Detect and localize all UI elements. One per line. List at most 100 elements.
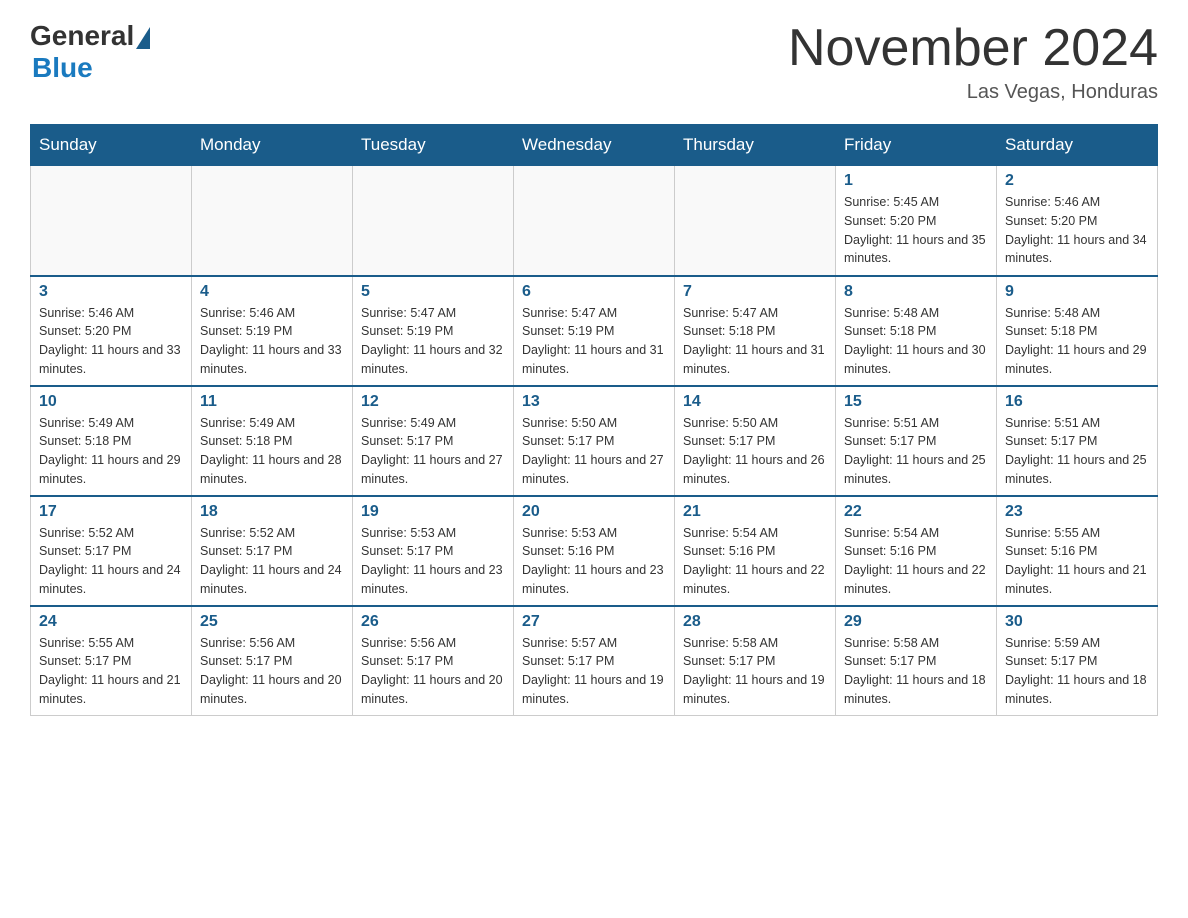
- title-section: November 2024 Las Vegas, Honduras: [788, 20, 1158, 104]
- day-number: 4: [200, 283, 344, 301]
- calendar-week-row: 1 Sunrise: 5:45 AMSunset: 5:20 PMDaylight…: [31, 166, 1158, 276]
- day-info: Sunrise: 5:54 AMSunset: 5:16 PMDaylight:…: [844, 524, 988, 599]
- day-number: 11: [200, 393, 344, 411]
- calendar-cell: 17Sunrise: 5:52 AMSunset: 5:17 PMDayligh…: [31, 496, 192, 606]
- day-info: Sunrise: 5:56 AMSunset: 5:17 PMDaylight:…: [200, 634, 344, 709]
- day-info: Sunrise: 5:53 AMSunset: 5:16 PMDaylight:…: [522, 524, 666, 599]
- calendar-cell: 5 Sunrise: 5:47 AMSunset: 5:19 PMDaylight…: [353, 276, 514, 386]
- calendar-cell: 1 Sunrise: 5:45 AMSunset: 5:20 PMDaylight…: [836, 166, 997, 276]
- calendar-cell: 19Sunrise: 5:53 AMSunset: 5:17 PMDayligh…: [353, 496, 514, 606]
- day-info: Sunrise: 5:48 AMSunset: 5:18 PMDaylight:…: [844, 304, 988, 379]
- calendar-cell: 15 Sunrise: 5:51 AMSunset: 5:17 PMDayligh…: [836, 386, 997, 496]
- calendar-cell: 16 Sunrise: 5:51 AMSunset: 5:17 PMDayligh…: [997, 386, 1158, 496]
- day-info: Sunrise: 5:47 AMSunset: 5:19 PMDaylight:…: [522, 304, 666, 379]
- logo-blue-text: Blue: [32, 52, 93, 84]
- day-number: 21: [683, 503, 827, 521]
- calendar-cell: 10 Sunrise: 5:49 AMSunset: 5:18 PMDayligh…: [31, 386, 192, 496]
- calendar-cell: 12 Sunrise: 5:49 AMSunset: 5:17 PMDayligh…: [353, 386, 514, 496]
- day-info: Sunrise: 5:45 AMSunset: 5:20 PMDaylight:…: [844, 193, 988, 268]
- day-info: Sunrise: 5:51 AMSunset: 5:17 PMDaylight:…: [844, 414, 988, 489]
- calendar-cell: 24 Sunrise: 5:55 AMSunset: 5:17 PMDayligh…: [31, 606, 192, 716]
- day-number: 7: [683, 283, 827, 301]
- day-info: Sunrise: 5:57 AMSunset: 5:17 PMDaylight:…: [522, 634, 666, 709]
- calendar-cell: 3Sunrise: 5:46 AMSunset: 5:20 PMDaylight…: [31, 276, 192, 386]
- day-number: 29: [844, 613, 988, 631]
- calendar-cell: [31, 166, 192, 276]
- day-info: Sunrise: 5:46 AMSunset: 5:19 PMDaylight:…: [200, 304, 344, 379]
- calendar-week-row: 17Sunrise: 5:52 AMSunset: 5:17 PMDayligh…: [31, 496, 1158, 606]
- day-number: 25: [200, 613, 344, 631]
- calendar-cell: 27 Sunrise: 5:57 AMSunset: 5:17 PMDayligh…: [514, 606, 675, 716]
- calendar-header-saturday: Saturday: [997, 125, 1158, 166]
- day-number: 9: [1005, 283, 1149, 301]
- day-number: 16: [1005, 393, 1149, 411]
- calendar-header-monday: Monday: [192, 125, 353, 166]
- calendar-week-row: 3Sunrise: 5:46 AMSunset: 5:20 PMDaylight…: [31, 276, 1158, 386]
- day-number: 23: [1005, 503, 1149, 521]
- day-info: Sunrise: 5:52 AMSunset: 5:17 PMDaylight:…: [39, 524, 183, 599]
- calendar-cell: 22 Sunrise: 5:54 AMSunset: 5:16 PMDayligh…: [836, 496, 997, 606]
- calendar-cell: 28 Sunrise: 5:58 AMSunset: 5:17 PMDayligh…: [675, 606, 836, 716]
- day-info: Sunrise: 5:48 AMSunset: 5:18 PMDaylight:…: [1005, 304, 1149, 379]
- calendar-header-thursday: Thursday: [675, 125, 836, 166]
- calendar-cell: 21 Sunrise: 5:54 AMSunset: 5:16 PMDayligh…: [675, 496, 836, 606]
- calendar-cell: 7 Sunrise: 5:47 AMSunset: 5:18 PMDaylight…: [675, 276, 836, 386]
- day-number: 22: [844, 503, 988, 521]
- calendar-cell: 29 Sunrise: 5:58 AMSunset: 5:17 PMDayligh…: [836, 606, 997, 716]
- calendar-cell: [514, 166, 675, 276]
- calendar-cell: 8 Sunrise: 5:48 AMSunset: 5:18 PMDaylight…: [836, 276, 997, 386]
- day-number: 24: [39, 613, 183, 631]
- calendar-cell: 4 Sunrise: 5:46 AMSunset: 5:19 PMDaylight…: [192, 276, 353, 386]
- day-number: 26: [361, 613, 505, 631]
- day-info: Sunrise: 5:47 AMSunset: 5:18 PMDaylight:…: [683, 304, 827, 379]
- day-info: Sunrise: 5:47 AMSunset: 5:19 PMDaylight:…: [361, 304, 505, 379]
- calendar-cell: [192, 166, 353, 276]
- calendar-header-tuesday: Tuesday: [353, 125, 514, 166]
- day-number: 1: [844, 172, 988, 190]
- day-info: Sunrise: 5:46 AMSunset: 5:20 PMDaylight:…: [1005, 193, 1149, 268]
- day-number: 8: [844, 283, 988, 301]
- calendar-cell: 18 Sunrise: 5:52 AMSunset: 5:17 PMDayligh…: [192, 496, 353, 606]
- day-number: 20: [522, 503, 666, 521]
- calendar-cell: [353, 166, 514, 276]
- day-number: 14: [683, 393, 827, 411]
- day-info: Sunrise: 5:59 AMSunset: 5:17 PMDaylight:…: [1005, 634, 1149, 709]
- page-header: General Blue November 2024 Las Vegas, Ho…: [30, 20, 1158, 104]
- day-number: 15: [844, 393, 988, 411]
- calendar-header-wednesday: Wednesday: [514, 125, 675, 166]
- day-info: Sunrise: 5:58 AMSunset: 5:17 PMDaylight:…: [844, 634, 988, 709]
- calendar-header-row: SundayMondayTuesdayWednesdayThursdayFrid…: [31, 125, 1158, 166]
- day-info: Sunrise: 5:46 AMSunset: 5:20 PMDaylight:…: [39, 304, 183, 379]
- logo-triangle-icon: [136, 27, 150, 49]
- day-info: Sunrise: 5:55 AMSunset: 5:16 PMDaylight:…: [1005, 524, 1149, 599]
- day-info: Sunrise: 5:52 AMSunset: 5:17 PMDaylight:…: [200, 524, 344, 599]
- day-info: Sunrise: 5:53 AMSunset: 5:17 PMDaylight:…: [361, 524, 505, 599]
- calendar-cell: 9 Sunrise: 5:48 AMSunset: 5:18 PMDaylight…: [997, 276, 1158, 386]
- calendar-cell: 23 Sunrise: 5:55 AMSunset: 5:16 PMDayligh…: [997, 496, 1158, 606]
- day-number: 13: [522, 393, 666, 411]
- calendar-header-friday: Friday: [836, 125, 997, 166]
- calendar-cell: 6 Sunrise: 5:47 AMSunset: 5:19 PMDaylight…: [514, 276, 675, 386]
- day-info: Sunrise: 5:58 AMSunset: 5:17 PMDaylight:…: [683, 634, 827, 709]
- day-number: 2: [1005, 172, 1149, 190]
- calendar-cell: 25 Sunrise: 5:56 AMSunset: 5:17 PMDayligh…: [192, 606, 353, 716]
- calendar-cell: 2 Sunrise: 5:46 AMSunset: 5:20 PMDaylight…: [997, 166, 1158, 276]
- day-number: 6: [522, 283, 666, 301]
- day-info: Sunrise: 5:49 AMSunset: 5:18 PMDaylight:…: [200, 414, 344, 489]
- day-number: 10: [39, 393, 183, 411]
- calendar-cell: [675, 166, 836, 276]
- day-number: 18: [200, 503, 344, 521]
- day-number: 5: [361, 283, 505, 301]
- day-number: 27: [522, 613, 666, 631]
- day-info: Sunrise: 5:55 AMSunset: 5:17 PMDaylight:…: [39, 634, 183, 709]
- calendar-cell: 11 Sunrise: 5:49 AMSunset: 5:18 PMDayligh…: [192, 386, 353, 496]
- day-info: Sunrise: 5:49 AMSunset: 5:18 PMDaylight:…: [39, 414, 183, 489]
- calendar-week-row: 24 Sunrise: 5:55 AMSunset: 5:17 PMDayligh…: [31, 606, 1158, 716]
- calendar-header-sunday: Sunday: [31, 125, 192, 166]
- day-info: Sunrise: 5:54 AMSunset: 5:16 PMDaylight:…: [683, 524, 827, 599]
- day-number: 12: [361, 393, 505, 411]
- day-info: Sunrise: 5:49 AMSunset: 5:17 PMDaylight:…: [361, 414, 505, 489]
- day-number: 28: [683, 613, 827, 631]
- logo-general-text: General: [30, 20, 134, 52]
- day-info: Sunrise: 5:51 AMSunset: 5:17 PMDaylight:…: [1005, 414, 1149, 489]
